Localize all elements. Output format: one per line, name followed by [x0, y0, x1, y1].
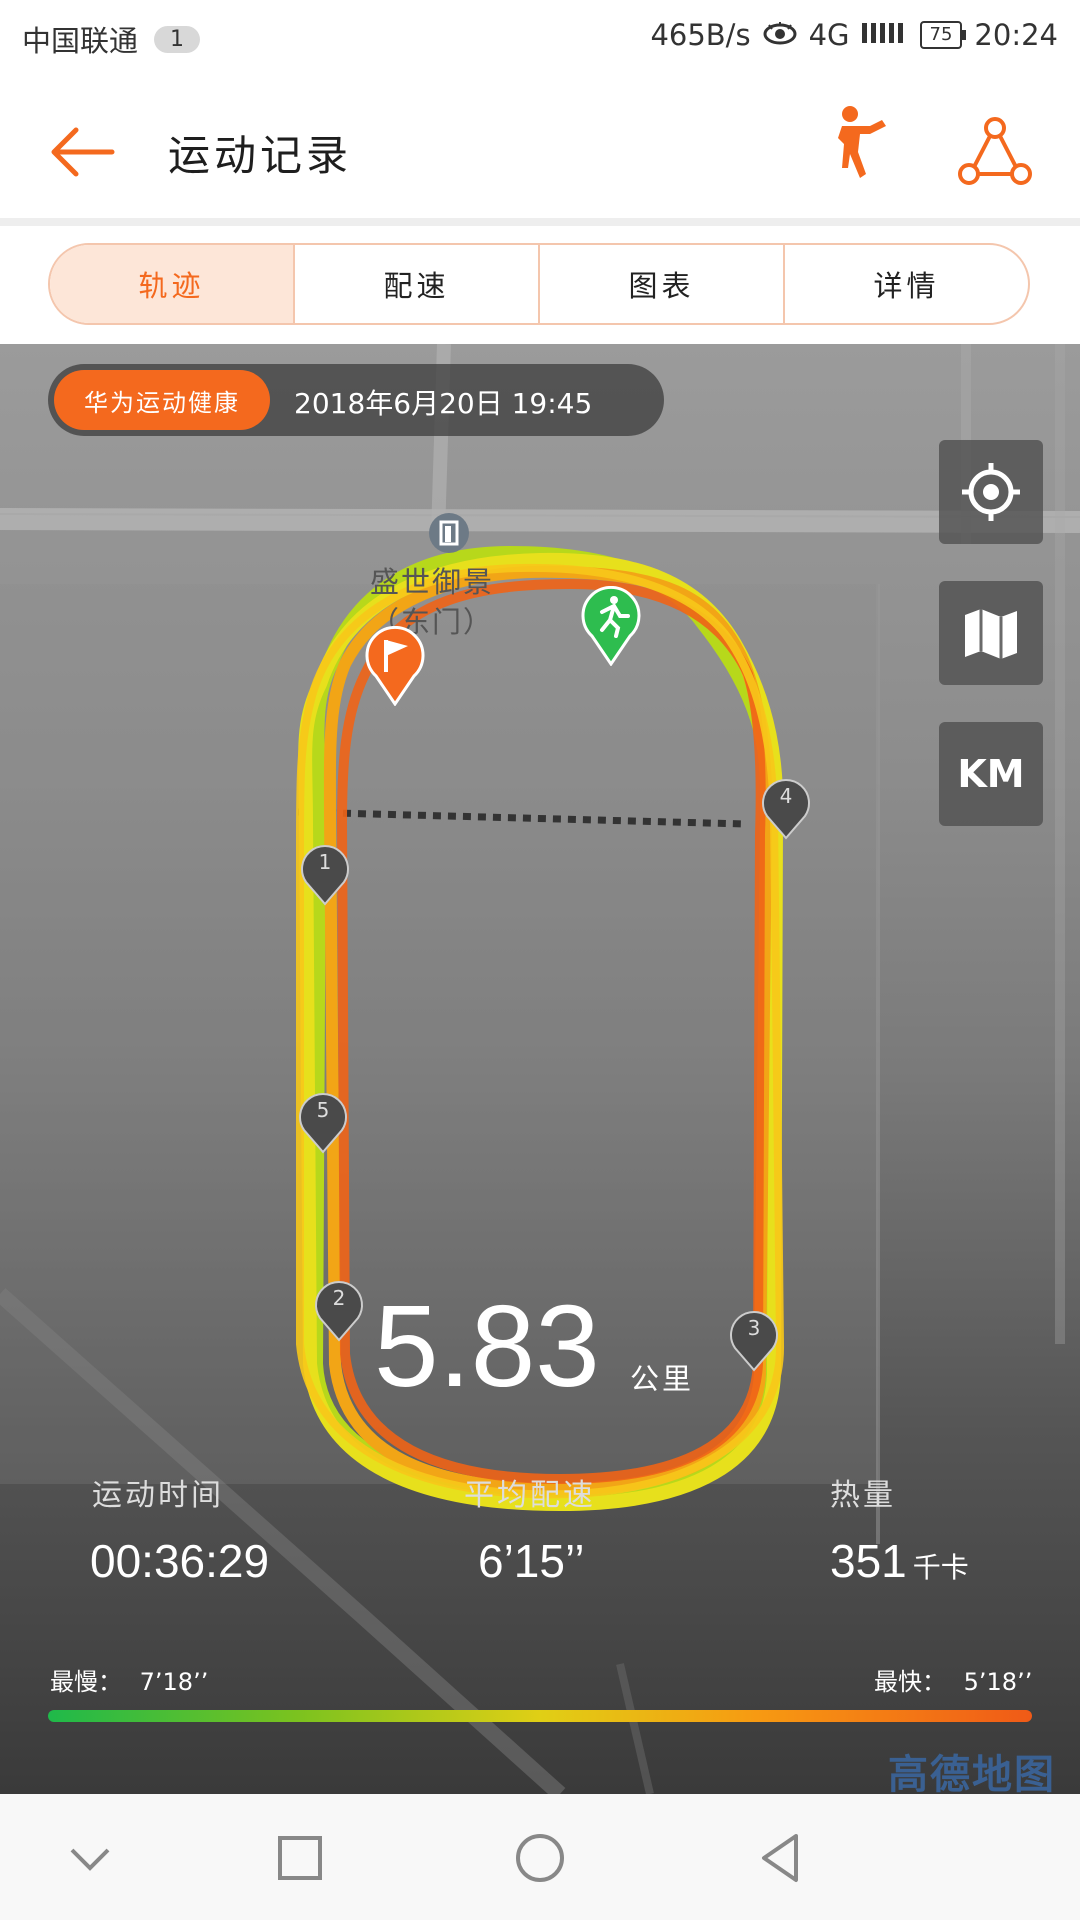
map-view[interactable]: 华为运动健康 2018年6月20日 19:45 KM 盛世御景 （东门） 1 5…: [0, 344, 1080, 1794]
status-bar-left: 中国联通 1: [22, 18, 201, 60]
record-date: 2018年6月20日 19:45: [294, 387, 593, 420]
tab-details[interactable]: 详情: [785, 245, 1028, 323]
map-icon: [965, 609, 1017, 659]
km-marker-3: 3: [727, 1306, 781, 1372]
triangle-back-icon: [762, 1834, 798, 1882]
route-icon: [958, 117, 1032, 185]
runner-icon: [838, 106, 886, 178]
header-divider: [0, 218, 1080, 226]
record-source-pill: 华为运动健康 2018年6月20日 19:45: [48, 364, 664, 436]
chevron-down-icon: [70, 1848, 110, 1871]
segmented-tabs: 轨迹 配速 图表 详情: [48, 243, 1030, 325]
crosshair-icon: [962, 463, 1020, 521]
pace-gradient-bar: [48, 1710, 1032, 1722]
tab-pace[interactable]: 配速: [295, 245, 540, 323]
title-bar: 运动记录: [0, 76, 1080, 218]
calories-number: 351: [830, 1535, 907, 1587]
network-type: 4G: [808, 18, 850, 52]
stat-value-calories: 351 千卡: [830, 1534, 969, 1588]
back-arrow-icon: [51, 127, 115, 177]
sim-badge: 1: [154, 25, 201, 53]
carrier-label: 中国联通: [22, 24, 139, 58]
km-marker-1: 1: [298, 840, 352, 906]
km-marker-2: 2: [312, 1276, 366, 1342]
fastest-value: 5’18’’: [963, 1668, 1033, 1696]
distance-value: 5.83: [374, 1281, 600, 1411]
stat-label-duration: 运动时间: [92, 1478, 224, 1513]
back-button[interactable]: [44, 112, 124, 192]
nav-home-button[interactable]: [510, 1828, 570, 1888]
battery-icon: 75: [919, 21, 967, 49]
slowest-label: 最慢：: [50, 1668, 122, 1696]
stat-value-duration: 00:36:29: [90, 1535, 270, 1587]
page-title: 运动记录: [168, 131, 353, 180]
km-marker-5: 5: [296, 1088, 350, 1154]
net-speed: 465B/s: [650, 18, 751, 52]
square-icon: [278, 1836, 322, 1880]
nav-back-button[interactable]: [750, 1828, 810, 1888]
status-bar-right: 465B/s 4G 75 20:24: [650, 18, 1058, 52]
poi-name: 盛世御景: [370, 565, 495, 599]
locate-button[interactable]: [939, 440, 1043, 544]
finish-marker: [364, 626, 426, 707]
eye-comfort-icon: [763, 18, 797, 52]
nav-recents-button[interactable]: [270, 1828, 330, 1888]
workout-button[interactable]: [820, 104, 900, 194]
start-marker: [580, 586, 642, 667]
tab-track[interactable]: 轨迹: [50, 245, 295, 323]
stat-value-avg-pace: 6’15’’: [478, 1535, 585, 1587]
running-person-icon: [581, 586, 641, 667]
map-provider-logo: 高德地图: [888, 1752, 1056, 1794]
distance-unit: 公里: [630, 1362, 695, 1396]
flag-icon: [365, 626, 425, 707]
circle-icon: [516, 1834, 564, 1882]
status-bar: 中国联通 1 465B/s 4G 75 20:24: [0, 0, 1080, 76]
route-share-button[interactable]: [955, 112, 1035, 192]
signal-icon: [861, 18, 908, 52]
km-marker-4: 4: [759, 774, 813, 840]
slowest-value: 7’18’’: [139, 1668, 209, 1696]
fastest-label: 最快：: [874, 1668, 946, 1696]
km-toggle-button[interactable]: KM: [939, 722, 1043, 826]
tab-bar: 轨迹 配速 图表 详情: [0, 226, 1080, 344]
gate-icon: [428, 512, 470, 554]
tab-chart[interactable]: 图表: [540, 245, 785, 323]
clock: 20:24: [974, 18, 1058, 52]
nav-hide-button[interactable]: [60, 1828, 120, 1888]
source-tag: 华为运动健康: [54, 370, 270, 430]
stat-label-calories: 热量: [830, 1478, 896, 1513]
fastest-pace: 最快： 5’18’’: [874, 1662, 1032, 1697]
stat-label-avg-pace: 平均配速: [464, 1478, 596, 1513]
system-nav-bar: [0, 1794, 1080, 1920]
calories-unit: 千卡: [912, 1552, 969, 1583]
map-layer-button[interactable]: [939, 581, 1043, 685]
slowest-pace: 最慢： 7’18’’: [50, 1662, 208, 1697]
